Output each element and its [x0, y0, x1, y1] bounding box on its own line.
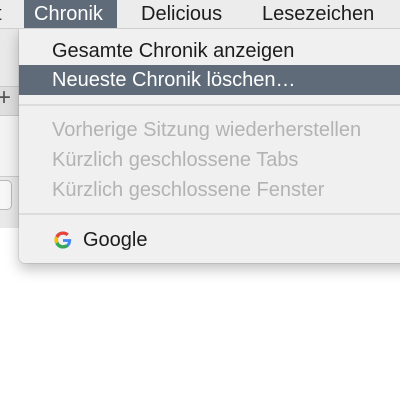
menu-separator: [19, 104, 400, 106]
menu-delicious[interactable]: Delicious: [141, 0, 222, 28]
address-field-edge[interactable]: [0, 180, 12, 210]
menu-item-recently-closed-tabs: Kürzlich geschlossene Tabs: [52, 149, 299, 171]
menu-item-show-all-history[interactable]: Gesamte Chronik anzeigen: [19, 36, 400, 66]
menu-item-restore-previous-session: Vorherige Sitzung wiederherstellen: [52, 119, 362, 141]
menu-item-recently-closed-windows: Kürzlich geschlossene Fenster: [52, 179, 325, 201]
google-icon: [54, 231, 72, 249]
menu-separator: [19, 213, 400, 215]
menu-chronik[interactable]: Chronik: [24, 0, 117, 28]
screen: + t Chronik Delicious Lesezeichen Gesamt…: [0, 0, 400, 400]
chronik-dropdown-menu: Gesamte Chronik anzeigen Neueste Chronik…: [19, 28, 400, 263]
menu-item-clear-recent-history[interactable]: Neueste Chronik löschen…: [19, 65, 400, 95]
menu-bar: t Chronik Delicious Lesezeichen: [0, 0, 400, 29]
menu-item-label: Google: [83, 229, 148, 251]
menu-item-google[interactable]: Google: [19, 225, 400, 255]
menu-bar-item-partial[interactable]: t: [0, 0, 2, 28]
new-tab-button[interactable]: +: [0, 84, 11, 112]
menu-lesezeichen[interactable]: Lesezeichen: [262, 0, 374, 28]
